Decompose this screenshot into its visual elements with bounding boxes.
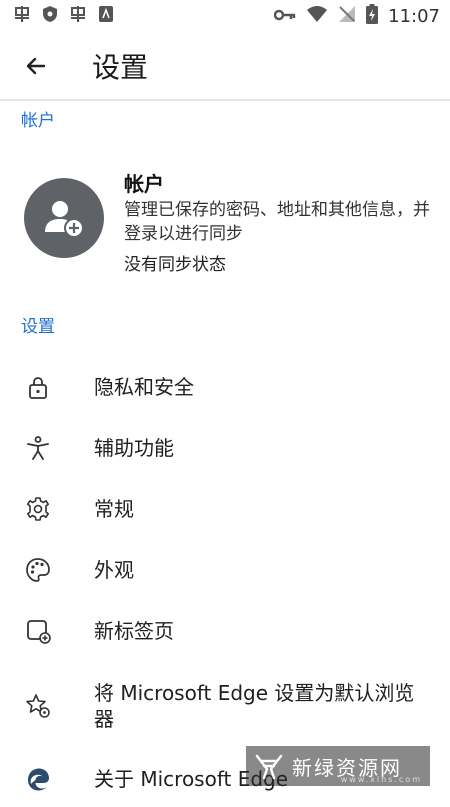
account-title: 帐户 bbox=[124, 172, 164, 196]
settings-item-privacy[interactable]: 隐私和安全 bbox=[0, 359, 450, 415]
edge-logo-icon bbox=[24, 765, 52, 793]
status-bar: 11:07 bbox=[0, 0, 450, 32]
app-bar: 设置 bbox=[0, 34, 450, 98]
settings-item-label: 隐私和安全 bbox=[94, 375, 194, 399]
settings-item-default-browser[interactable]: 将 Microsoft Edge 设置为默认浏览器 bbox=[0, 676, 450, 736]
settings-item-label: 外观 bbox=[94, 558, 134, 582]
store-icon bbox=[98, 5, 114, 27]
settings-item-label: 常规 bbox=[94, 497, 134, 521]
wifi-icon bbox=[306, 5, 328, 27]
no-signal-icon bbox=[338, 5, 356, 27]
settings-item-label: 新标签页 bbox=[94, 619, 174, 643]
clock: 11:07 bbox=[388, 5, 440, 27]
settings-item-accessibility[interactable]: 辅助功能 bbox=[0, 420, 450, 476]
app-notification-icon bbox=[12, 4, 32, 28]
vpn-key-icon bbox=[273, 7, 296, 26]
section-header-account: 帐户 bbox=[21, 111, 55, 131]
shield-icon bbox=[42, 5, 58, 27]
watermark: 新绿资源网 www.xlhs.com bbox=[246, 746, 430, 786]
star-gear-icon bbox=[24, 692, 52, 720]
account-description: 管理已保存的密码、地址和其他信息，并登录以进行同步 bbox=[124, 200, 430, 244]
gear-icon bbox=[24, 495, 52, 523]
sync-status: 没有同步状态 bbox=[124, 255, 226, 275]
new-tab-icon bbox=[24, 617, 52, 645]
palette-icon bbox=[24, 556, 52, 584]
back-arrow-icon bbox=[26, 57, 46, 75]
battery-icon bbox=[366, 4, 379, 28]
page-title: 设置 bbox=[92, 51, 149, 84]
add-person-icon bbox=[45, 201, 84, 238]
watermark-logo-icon bbox=[255, 754, 283, 780]
lock-icon bbox=[24, 373, 52, 401]
accessibility-icon bbox=[24, 434, 52, 462]
account-row[interactable]: 帐户 管理已保存的密码、地址和其他信息，并登录以进行同步 没有同步状态 bbox=[0, 150, 450, 290]
watermark-url: www.xlhs.com bbox=[340, 775, 422, 784]
header-divider bbox=[0, 99, 450, 101]
avatar bbox=[24, 178, 104, 258]
back-button[interactable] bbox=[16, 46, 56, 86]
settings-item-new-tab[interactable]: 新标签页 bbox=[0, 603, 450, 659]
settings-item-label: 将 Microsoft Edge 设置为默认浏览器 bbox=[94, 681, 415, 731]
settings-item-general[interactable]: 常规 bbox=[0, 481, 450, 537]
app-notification-icon bbox=[68, 4, 88, 28]
settings-item-label: 辅助功能 bbox=[94, 436, 174, 460]
settings-item-appearance[interactable]: 外观 bbox=[0, 542, 450, 598]
section-header-settings: 设置 bbox=[21, 317, 55, 337]
